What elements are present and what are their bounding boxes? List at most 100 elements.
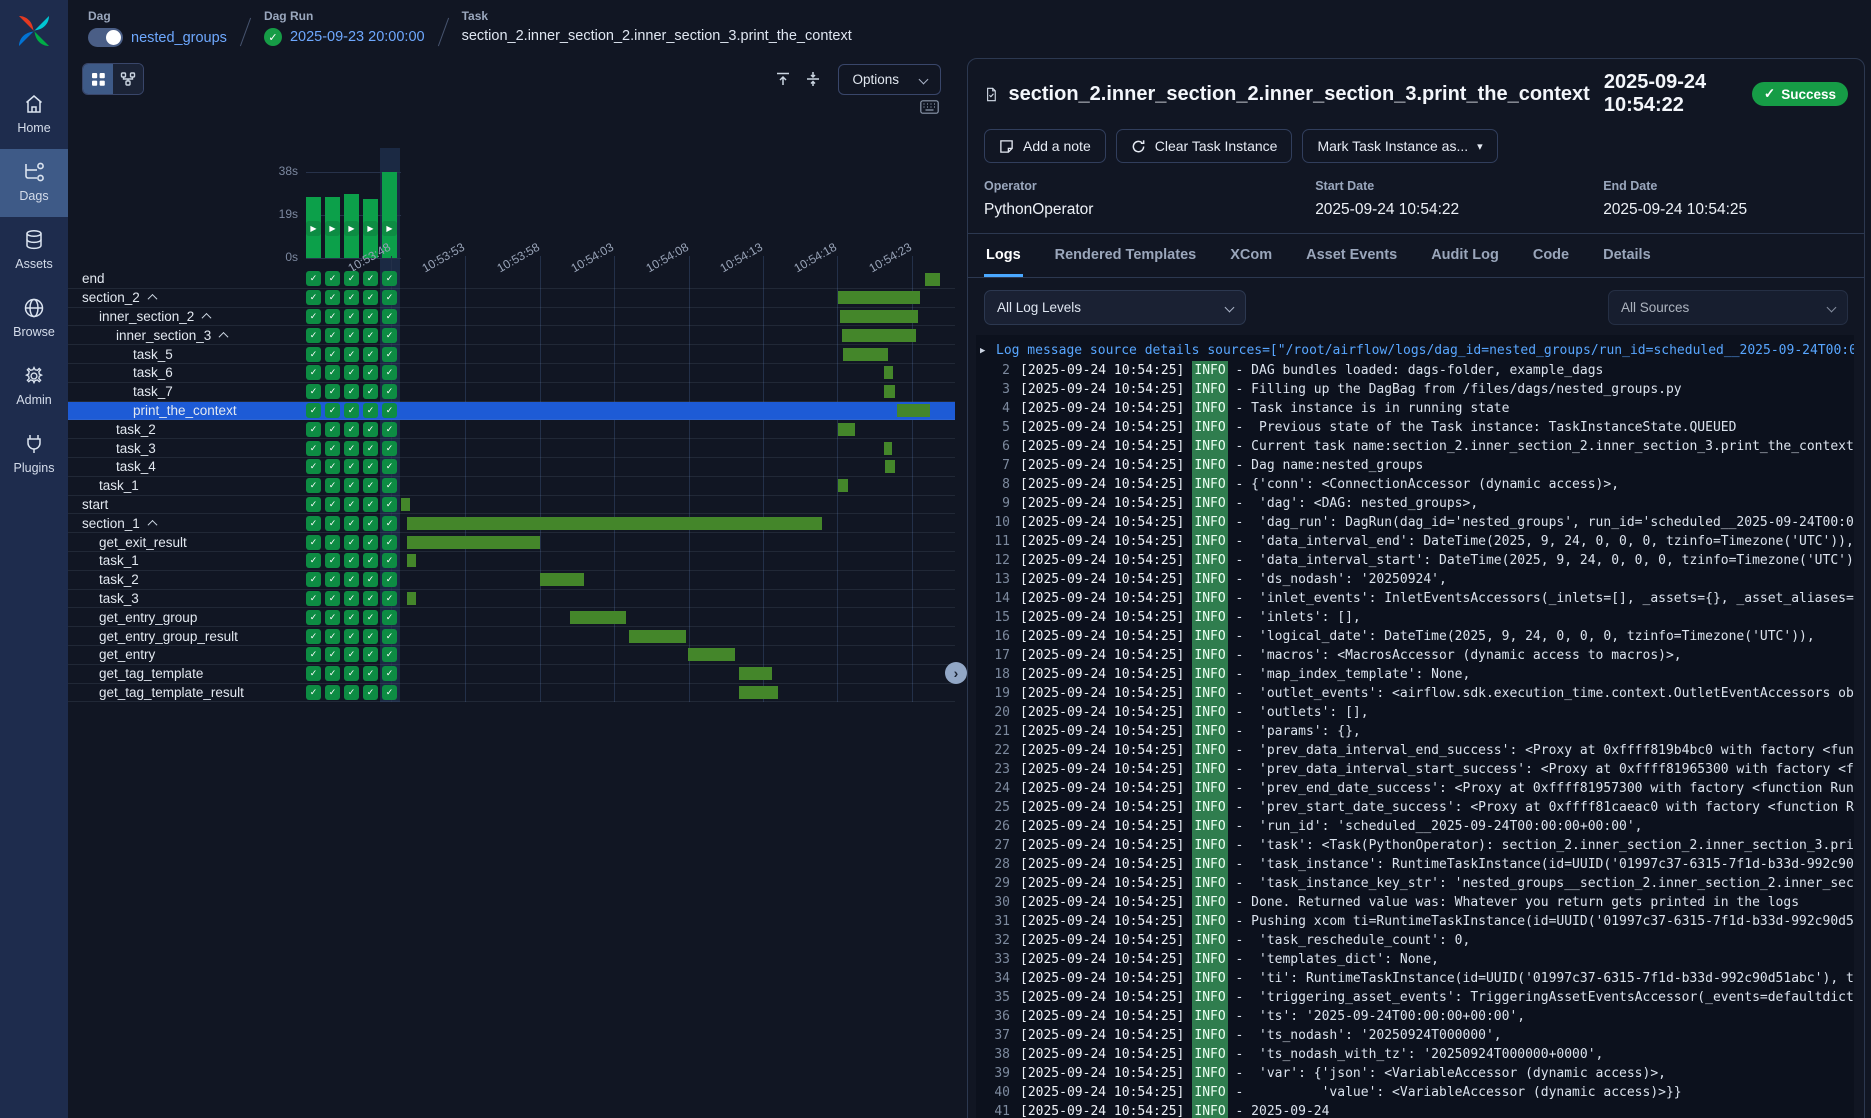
task-instance-success-icon[interactable]: ✓: [306, 478, 321, 493]
task-row-task_2[interactable]: task_2✓✓✓✓✓: [68, 420, 955, 439]
task-instance-success-icon[interactable]: ✓: [306, 403, 321, 418]
task-instance-success-icon[interactable]: ✓: [363, 572, 378, 587]
gantt-bar-get_entry_group[interactable]: [570, 611, 626, 624]
task-instance-success-icon[interactable]: ✓: [344, 403, 359, 418]
graph-view-button[interactable]: [113, 64, 143, 94]
task-instance-success-icon[interactable]: ✓: [382, 647, 397, 662]
task-instance-success-icon[interactable]: ✓: [382, 459, 397, 474]
dag-pause-toggle[interactable]: [88, 28, 123, 47]
task-instance-success-icon[interactable]: ✓: [363, 497, 378, 512]
task-instance-success-icon[interactable]: ✓: [344, 629, 359, 644]
task-instance-success-icon[interactable]: ✓: [382, 591, 397, 606]
dag-run-link[interactable]: 2025-09-23 20:00:00: [290, 29, 425, 45]
task-instance-success-icon[interactable]: ✓: [344, 666, 359, 681]
log-source-details[interactable]: ▶ Log message source details sources=["/…: [980, 341, 1854, 361]
airflow-logo-icon[interactable]: [15, 12, 53, 55]
gantt-bar-task_1[interactable]: [407, 554, 416, 567]
task-row-task_2[interactable]: task_2✓✓✓✓✓: [68, 571, 955, 590]
task-instance-success-icon[interactable]: ✓: [344, 290, 359, 305]
task-instance-success-icon[interactable]: ✓: [325, 666, 340, 681]
task-instance-success-icon[interactable]: ✓: [306, 384, 321, 399]
tab-code[interactable]: Code: [1531, 234, 1571, 277]
task-instance-success-icon[interactable]: ✓: [363, 309, 378, 324]
task-instance-success-icon[interactable]: ✓: [382, 271, 397, 286]
task-instance-success-icon[interactable]: ✓: [363, 365, 378, 380]
task-instance-success-icon[interactable]: ✓: [306, 365, 321, 380]
task-instance-success-icon[interactable]: ✓: [363, 271, 378, 286]
task-instance-success-icon[interactable]: ✓: [363, 384, 378, 399]
tab-details[interactable]: Details: [1601, 234, 1653, 277]
task-row-task_5[interactable]: task_5✓✓✓✓✓: [68, 345, 955, 364]
dag-run-state-icon[interactable]: ▶: [325, 221, 340, 236]
task-instance-success-icon[interactable]: ✓: [344, 271, 359, 286]
task-instance-success-icon[interactable]: ✓: [363, 685, 378, 700]
task-row-get_tag_template[interactable]: get_tag_template✓✓✓✓✓: [68, 665, 955, 684]
collapse-group-icon[interactable]: [147, 294, 157, 304]
task-instance-success-icon[interactable]: ✓: [325, 535, 340, 550]
task-instance-success-icon[interactable]: ✓: [325, 459, 340, 474]
task-row-section_2[interactable]: section_2✓✓✓✓✓: [68, 289, 955, 308]
gantt-bar-task_3[interactable]: [407, 592, 416, 605]
tab-logs[interactable]: Logs: [984, 234, 1023, 277]
gantt-bar-end[interactable]: [925, 273, 940, 286]
gantt-bar-get_entry[interactable]: [688, 648, 735, 661]
task-instance-success-icon[interactable]: ✓: [306, 271, 321, 286]
grid-view-button[interactable]: [83, 64, 113, 94]
task-instance-success-icon[interactable]: ✓: [363, 610, 378, 625]
task-row-task_7[interactable]: task_7✓✓✓✓✓: [68, 383, 955, 402]
task-instance-success-icon[interactable]: ✓: [306, 516, 321, 531]
task-instance-success-icon[interactable]: ✓: [363, 629, 378, 644]
log-source-select[interactable]: All Sources: [1608, 290, 1848, 325]
task-instance-success-icon[interactable]: ✓: [382, 497, 397, 512]
task-instance-success-icon[interactable]: ✓: [363, 403, 378, 418]
task-instance-success-icon[interactable]: ✓: [344, 535, 359, 550]
task-instance-success-icon[interactable]: ✓: [363, 478, 378, 493]
task-instance-success-icon[interactable]: ✓: [382, 610, 397, 625]
task-instance-success-icon[interactable]: ✓: [382, 516, 397, 531]
task-row-inner_section_3[interactable]: inner_section_3✓✓✓✓✓: [68, 326, 955, 345]
task-instance-success-icon[interactable]: ✓: [344, 685, 359, 700]
task-instance-success-icon[interactable]: ✓: [344, 422, 359, 437]
task-instance-success-icon[interactable]: ✓: [363, 553, 378, 568]
task-instance-success-icon[interactable]: ✓: [325, 422, 340, 437]
task-instance-success-icon[interactable]: ✓: [306, 497, 321, 512]
task-instance-success-icon[interactable]: ✓: [344, 328, 359, 343]
sidebar-item-plugins[interactable]: Plugins: [0, 421, 68, 489]
sidebar-item-dags[interactable]: Dags: [0, 149, 68, 217]
task-instance-success-icon[interactable]: ✓: [344, 572, 359, 587]
task-instance-success-icon[interactable]: ✓: [306, 535, 321, 550]
task-instance-success-icon[interactable]: ✓: [382, 384, 397, 399]
task-instance-success-icon[interactable]: ✓: [306, 666, 321, 681]
options-button[interactable]: Options: [838, 64, 941, 95]
task-instance-success-icon[interactable]: ✓: [325, 516, 340, 531]
task-instance-success-icon[interactable]: ✓: [306, 553, 321, 568]
task-instance-success-icon[interactable]: ✓: [325, 572, 340, 587]
task-row-section_1[interactable]: section_1✓✓✓✓✓: [68, 514, 955, 533]
task-instance-success-icon[interactable]: ✓: [344, 441, 359, 456]
task-instance-success-icon[interactable]: ✓: [344, 553, 359, 568]
task-instance-success-icon[interactable]: ✓: [325, 497, 340, 512]
task-instance-success-icon[interactable]: ✓: [363, 459, 378, 474]
task-instance-success-icon[interactable]: ✓: [382, 309, 397, 324]
task-instance-success-icon[interactable]: ✓: [325, 403, 340, 418]
dag-run-state-icon[interactable]: ▶: [382, 221, 397, 236]
tab-asset-events[interactable]: Asset Events: [1304, 234, 1399, 277]
gantt-bar-inner_section_2[interactable]: [840, 310, 918, 323]
collapse-group-icon[interactable]: [147, 520, 157, 530]
task-instance-success-icon[interactable]: ✓: [382, 478, 397, 493]
task-instance-success-icon[interactable]: ✓: [363, 328, 378, 343]
task-row-get_tag_template_result[interactable]: get_tag_template_result✓✓✓✓✓: [68, 684, 955, 703]
task-instance-success-icon[interactable]: ✓: [363, 666, 378, 681]
dag-run-state-icon[interactable]: ▶: [306, 221, 321, 236]
gantt-bar-get_exit_result[interactable]: [407, 536, 540, 549]
task-instance-success-icon[interactable]: ✓: [306, 328, 321, 343]
gantt-bar-get_tag_template_result[interactable]: [739, 686, 778, 699]
task-instance-success-icon[interactable]: ✓: [363, 591, 378, 606]
task-instance-success-icon[interactable]: ✓: [325, 610, 340, 625]
task-instance-success-icon[interactable]: ✓: [306, 309, 321, 324]
tab-rendered-templates[interactable]: Rendered Templates: [1053, 234, 1199, 277]
task-instance-success-icon[interactable]: ✓: [382, 666, 397, 681]
collapse-group-icon[interactable]: [202, 313, 212, 323]
task-instance-success-icon[interactable]: ✓: [325, 309, 340, 324]
tab-xcom[interactable]: XCom: [1228, 234, 1274, 277]
